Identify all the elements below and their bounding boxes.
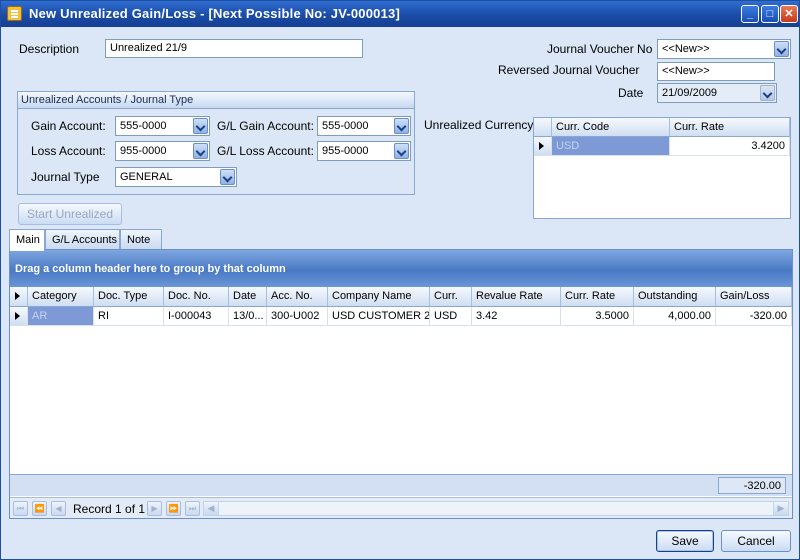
- currency-grid-indicator-header: [534, 118, 552, 137]
- gl-gain-account-value: 555-0000: [322, 120, 369, 132]
- table-cell-doc-no[interactable]: I-000043: [164, 307, 229, 326]
- save-button[interactable]: Save: [656, 530, 714, 552]
- chevron-down-icon[interactable]: [774, 41, 789, 57]
- chevron-down-icon[interactable]: [193, 118, 208, 134]
- currency-code-cell[interactable]: USD: [552, 137, 670, 156]
- col-revalue-rate[interactable]: Revalue Rate: [472, 287, 561, 307]
- gl-loss-account-label: G/L Loss Account:: [217, 144, 314, 158]
- loss-account-label: Loss Account:: [31, 144, 106, 158]
- currency-col-rate[interactable]: Curr. Rate: [670, 118, 790, 137]
- tab-note[interactable]: Note: [120, 229, 162, 250]
- table-cell-outstanding[interactable]: 4,000.00: [634, 307, 716, 326]
- date-combo: 21/09/2009: [657, 83, 777, 103]
- record-navigator: ⏮ ⏪ ◀ Record 1 of 1 ▶ ⏩ ⏭ ◀ ▶: [10, 497, 792, 518]
- table-cell-acc-no[interactable]: 300-U002: [267, 307, 328, 326]
- jv-no-label: Journal Voucher No: [547, 42, 653, 56]
- col-curr[interactable]: Curr.: [430, 287, 472, 307]
- jv-no-value: <<New>>: [662, 43, 710, 55]
- loss-account-combo[interactable]: 955-0000: [115, 141, 210, 161]
- gain-account-label: Gain Account:: [31, 119, 106, 133]
- currency-col-code[interactable]: Curr. Code: [552, 118, 670, 137]
- chevron-down-icon[interactable]: [220, 169, 235, 185]
- chevron-down-icon[interactable]: [193, 143, 208, 159]
- table-cell-doc-type[interactable]: RI: [94, 307, 164, 326]
- col-outstanding[interactable]: Outstanding: [634, 287, 716, 307]
- unrealized-gain-loss-window: New Unrealized Gain/Loss - [Next Possibl…: [0, 0, 800, 560]
- loss-account-value: 955-0000: [120, 145, 167, 157]
- first-record-icon[interactable]: ⏮: [13, 501, 28, 516]
- tab-gl-accounts[interactable]: G/L Accounts: [45, 229, 120, 250]
- jv-no-combo[interactable]: <<New>>: [657, 39, 791, 59]
- table-cell-gain-loss[interactable]: -320.00: [716, 307, 792, 326]
- reversed-jv-label: Reversed Journal Voucher: [498, 63, 640, 77]
- col-company-name[interactable]: Company Name: [328, 287, 430, 307]
- accounts-group: Unrealized Accounts / Journal Type Gain …: [17, 91, 415, 195]
- close-button[interactable]: ✕: [780, 5, 798, 23]
- col-date[interactable]: Date: [229, 287, 267, 307]
- gl-loss-account-combo[interactable]: 955-0000: [317, 141, 411, 161]
- table-cell-company-name[interactable]: USD CUSTOMER 2: [328, 307, 430, 326]
- col-curr-rate[interactable]: Curr. Rate: [561, 287, 634, 307]
- group-by-bar[interactable]: Drag a column header here to group by th…: [10, 250, 792, 287]
- gain-account-value: 555-0000: [120, 120, 167, 132]
- date-value: 21/09/2009: [662, 87, 718, 99]
- table-cell-revalue-rate[interactable]: 3.42: [472, 307, 561, 326]
- scroll-right-icon[interactable]: ▶: [773, 502, 788, 515]
- minimize-button[interactable]: _: [741, 5, 759, 23]
- scroll-left-icon[interactable]: ◀: [204, 502, 219, 515]
- chevron-down-icon: [760, 85, 775, 101]
- unrealized-currency-label: Unrealized Currency:: [424, 118, 537, 132]
- title-bar[interactable]: New Unrealized Gain/Loss - [Next Possibl…: [1, 1, 799, 27]
- date-label: Date: [618, 86, 644, 100]
- col-category[interactable]: Category: [28, 287, 94, 307]
- prev-page-icon[interactable]: ⏪: [32, 501, 47, 516]
- journal-type-value: GENERAL: [120, 171, 173, 183]
- col-doc-type[interactable]: Doc. Type: [94, 287, 164, 307]
- grid-indicator-header: [10, 287, 28, 307]
- description-label: Description: [19, 42, 80, 56]
- row-indicator-icon: [10, 307, 28, 326]
- table-cell-curr-rate[interactable]: 3.5000: [561, 307, 634, 326]
- currency-rate-cell[interactable]: 3.4200: [670, 137, 790, 156]
- tab-main[interactable]: Main: [9, 229, 45, 251]
- gl-loss-account-value: 955-0000: [322, 145, 369, 157]
- horizontal-scrollbar[interactable]: ◀ ▶: [203, 501, 789, 516]
- chevron-down-icon[interactable]: [394, 118, 409, 134]
- gain-loss-total: -320.00: [718, 477, 786, 494]
- gain-account-combo[interactable]: 555-0000: [115, 116, 210, 136]
- col-doc-no[interactable]: Doc. No.: [164, 287, 229, 307]
- accounts-group-title: Unrealized Accounts / Journal Type: [18, 92, 414, 109]
- cancel-button[interactable]: Cancel: [721, 530, 791, 552]
- next-record-icon[interactable]: ▶: [147, 501, 162, 516]
- description-input[interactable]: Unrealized 21/9: [105, 39, 363, 58]
- table-cell-category[interactable]: AR: [28, 307, 94, 326]
- next-page-icon[interactable]: ⏩: [166, 501, 181, 516]
- grid-footer: -320.00: [10, 474, 792, 496]
- table-cell-date[interactable]: 13/0...: [229, 307, 267, 326]
- col-acc-no[interactable]: Acc. No.: [267, 287, 328, 307]
- table-cell-curr[interactable]: USD: [430, 307, 472, 326]
- prev-record-icon[interactable]: ◀: [51, 501, 66, 516]
- chevron-down-icon[interactable]: [394, 143, 409, 159]
- row-indicator-icon: [534, 137, 552, 156]
- record-counter: Record 1 of 1: [73, 502, 146, 516]
- window-title: New Unrealized Gain/Loss - [Next Possibl…: [29, 6, 400, 21]
- col-gain-loss[interactable]: Gain/Loss: [716, 287, 792, 307]
- main-grid-panel: Drag a column header here to group by th…: [9, 249, 793, 519]
- gl-gain-account-combo[interactable]: 555-0000: [317, 116, 411, 136]
- journal-type-combo[interactable]: GENERAL: [115, 167, 237, 187]
- journal-type-label: Journal Type: [31, 170, 100, 184]
- start-unrealized-button[interactable]: Start Unrealized: [18, 203, 122, 225]
- reversed-jv-input[interactable]: <<New>>: [657, 62, 775, 81]
- maximize-button[interactable]: □: [761, 5, 779, 23]
- document-icon: [7, 6, 22, 21]
- currency-grid[interactable]: Curr. Code Curr. Rate USD 3.4200: [533, 117, 791, 219]
- last-record-icon[interactable]: ⏭: [185, 501, 200, 516]
- gl-gain-account-label: G/L Gain Account:: [217, 119, 314, 133]
